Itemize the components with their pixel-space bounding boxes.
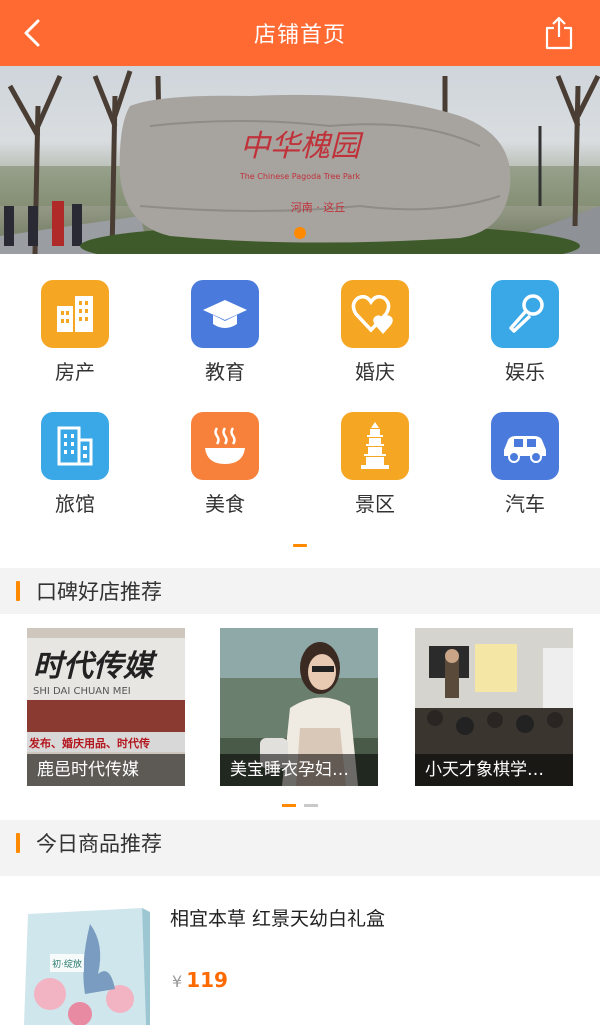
car-icon	[491, 412, 559, 480]
category-grid: 房产 教育 婚庆 娱乐 旅馆 美食 景区 汽车	[0, 254, 600, 568]
shop-sign: 时代传媒	[33, 649, 158, 684]
section-title: 今日商品推荐	[36, 832, 162, 856]
section-header-shops: 口碑好店推荐	[0, 568, 600, 614]
category-label: 婚庆	[355, 360, 395, 384]
shop-card[interactable]: 时代传媒 SHI DAI CHUAN MEI 发布、婚庆用品、时代传 鹿邑时代传…	[27, 628, 185, 786]
category-label: 房产	[55, 360, 95, 384]
category-real-estate[interactable]: 房产	[15, 280, 135, 400]
product-name: 相宜本草 红景天幼白礼盒	[170, 908, 386, 930]
shop-sign-pinyin: SHI DAI CHUAN MEI	[33, 686, 131, 697]
product-item[interactable]: 初·绽放 相宜本草 红景天幼白礼盒 ¥119	[0, 876, 600, 1025]
category-entertainment[interactable]: 娱乐	[465, 280, 585, 400]
category-label: 美食	[205, 492, 245, 516]
category-scenic-area[interactable]: 景区	[315, 412, 435, 532]
category-education[interactable]: 教育	[165, 280, 285, 400]
stone-subtitle: The Chinese Pagoda Tree Park	[239, 172, 361, 181]
category-label: 旅馆	[55, 492, 95, 516]
section-title: 口碑好店推荐	[36, 580, 162, 604]
category-wedding[interactable]: 婚庆	[315, 280, 435, 400]
shop-name: 鹿邑时代传媒	[27, 754, 185, 786]
currency-symbol: ¥	[172, 972, 183, 991]
stone-place: 河南 · 这丘	[291, 200, 346, 214]
category-label: 景区	[355, 492, 395, 516]
graduation-cap-icon	[191, 280, 259, 348]
category-label: 教育	[205, 360, 245, 384]
section-accent-bar	[16, 833, 20, 853]
category-page-indicator	[293, 544, 307, 547]
category-auto[interactable]: 汽车	[465, 412, 585, 532]
shop-name: 小天才象棋学…	[415, 754, 573, 786]
product-thumbnail: 初·绽放	[20, 904, 150, 1025]
page-title: 店铺首页	[253, 23, 346, 48]
section-accent-bar	[16, 581, 20, 601]
share-icon[interactable]	[544, 15, 574, 51]
section-header-products: 今日商品推荐	[0, 820, 600, 866]
category-label: 娱乐	[505, 360, 545, 384]
banner-carousel[interactable]: 中华槐园 The Chinese Pagoda Tree Park 河南 · 这…	[0, 66, 600, 254]
app-header: 店铺首页	[0, 0, 600, 66]
microphone-icon	[491, 280, 559, 348]
stone-inscription: 中华槐园	[240, 129, 364, 164]
price-value: 119	[186, 968, 228, 992]
category-food[interactable]: 美食	[165, 412, 285, 532]
pagoda-icon	[341, 412, 409, 480]
hotel-icon	[41, 412, 109, 480]
bowl-icon	[191, 412, 259, 480]
shop-page-indicator	[304, 804, 318, 807]
product-box-text: 初·绽放	[52, 958, 82, 970]
shop-card[interactable]: 小天才象棋学…	[415, 628, 573, 786]
product-price: ¥119	[172, 968, 228, 992]
banner-image: 中华槐园 The Chinese Pagoda Tree Park 河南 · 这…	[0, 70, 600, 254]
category-hotel[interactable]: 旅馆	[15, 412, 135, 532]
shop-banner-text: 发布、婚庆用品、时代传	[28, 736, 150, 750]
carousel-indicator-dot	[294, 227, 306, 239]
shop-card[interactable]: 美宝睡衣孕妇…	[220, 628, 378, 786]
shop-name: 美宝睡衣孕妇…	[220, 754, 378, 786]
shop-page-indicator-active	[282, 804, 296, 807]
shop-carousel: 时代传媒 SHI DAI CHUAN MEI 发布、婚庆用品、时代传 鹿邑时代传…	[0, 614, 600, 820]
buildings-icon	[41, 280, 109, 348]
chevron-left-icon[interactable]	[18, 17, 50, 49]
category-label: 汽车	[505, 492, 545, 516]
hearts-icon	[341, 280, 409, 348]
